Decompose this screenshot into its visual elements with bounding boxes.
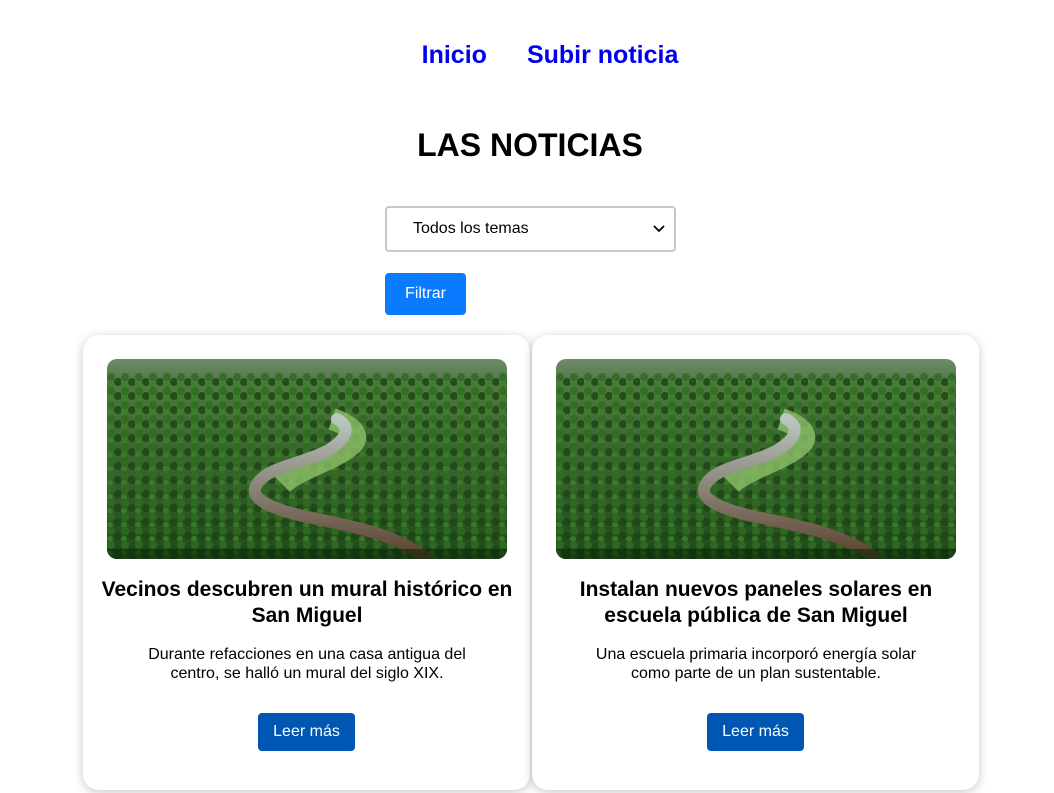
topic-select[interactable]: Todos los temas	[385, 206, 676, 252]
news-card: Instalan nuevos paneles solares en escue…	[532, 335, 979, 790]
news-card-description: Durante refacciones en una casa antigua …	[148, 646, 466, 682]
top-nav: Inicio Subir noticia	[0, 38, 1054, 72]
news-card-title: Vecinos descubren un mural histórico en …	[101, 578, 513, 627]
nav-link-subir-noticia[interactable]: Subir noticia	[527, 38, 678, 72]
read-more-button[interactable]: Leer más	[707, 713, 804, 751]
topic-select-value: Todos los temas	[413, 220, 529, 237]
news-card-title: Instalan nuevos paneles solares en escue…	[579, 578, 933, 627]
nav-link-inicio[interactable]: Inicio	[422, 38, 487, 72]
news-card-image	[107, 359, 507, 559]
filter-button[interactable]: Filtrar	[385, 273, 466, 315]
chevron-down-icon	[652, 222, 666, 236]
news-card: Vecinos descubren un mural histórico en …	[83, 335, 530, 790]
page: Inicio Subir noticia LAS NOTICIAS Todos …	[0, 0, 1054, 793]
page-title: LAS NOTICIAS	[417, 127, 643, 163]
news-card-image	[556, 359, 956, 559]
read-more-button[interactable]: Leer más	[258, 713, 355, 751]
news-card-description: Una escuela primaria incorporó energía s…	[595, 646, 917, 682]
